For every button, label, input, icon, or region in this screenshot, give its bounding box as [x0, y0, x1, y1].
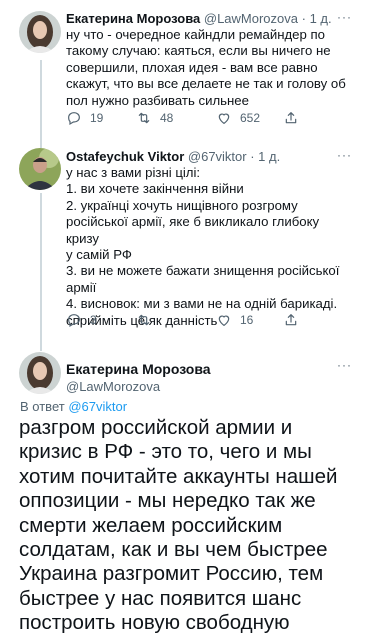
more-icon[interactable]: ··· — [337, 148, 352, 162]
retweet-icon — [138, 314, 150, 326]
reply-icon — [68, 314, 80, 328]
retweet-button[interactable]: 48 — [136, 110, 173, 126]
author-handle[interactable]: @LawMorozova — [66, 378, 211, 396]
reply-to-link[interactable]: @67viktor — [68, 399, 127, 414]
share-icon — [285, 314, 297, 326]
like-count: 16 — [240, 313, 254, 327]
avatar[interactable] — [19, 11, 61, 53]
heart-icon — [218, 315, 230, 326]
reply-icon — [68, 112, 80, 126]
author-handle[interactable]: @LawMorozova — [204, 11, 298, 26]
share-button[interactable] — [283, 312, 307, 328]
main-tweet-header: Екатерина Морозова @LawMorozova — [66, 360, 211, 396]
tweet-actions: 19 48 652 — [66, 110, 316, 128]
like-button[interactable]: 16 — [216, 312, 253, 328]
share-icon — [285, 112, 297, 124]
tweet-text: ну что - очередное кайндли ремайндер по … — [66, 27, 346, 108]
reply-prefix: В ответ — [20, 399, 65, 414]
reply-context: В ответ @67viktor — [20, 399, 127, 414]
tweet-1[interactable]: Екатерина Морозова @LawMorozova · 1 д. ·… — [0, 0, 366, 140]
reply-button[interactable]: 19 — [66, 110, 103, 126]
more-icon[interactable]: ··· — [337, 358, 352, 372]
share-button[interactable] — [283, 110, 307, 126]
tweet-header: Екатерина Морозова @LawMorozova · 1 д. — [66, 10, 352, 27]
reply-button[interactable]: 3 — [66, 312, 97, 328]
timestamp[interactable]: · 1 д. — [250, 149, 280, 164]
tweet-actions: 3 16 — [66, 312, 316, 330]
avatar[interactable] — [19, 148, 61, 190]
author-name[interactable]: Ostafeychuk Viktor — [66, 149, 184, 164]
retweet-icon — [138, 112, 150, 124]
reply-count: 3 — [90, 313, 97, 327]
author-handle[interactable]: @67viktor — [188, 149, 247, 164]
more-icon[interactable]: ··· — [337, 10, 352, 24]
reply-count: 19 — [90, 111, 104, 125]
like-button[interactable]: 652 — [216, 110, 260, 126]
tweet-text: у нас з вами різні цілі: 1. ви хочете за… — [66, 165, 340, 328]
retweet-count: 48 — [160, 111, 174, 125]
heart-icon — [218, 113, 230, 124]
tweet-2[interactable]: Ostafeychuk Viktor @67viktor · 1 д. ··· … — [0, 140, 366, 340]
timestamp[interactable]: · 1 д. — [302, 11, 332, 26]
like-count: 652 — [240, 111, 261, 125]
retweet-button[interactable] — [136, 312, 160, 328]
tweet-header: Ostafeychuk Viktor @67viktor · 1 д. — [66, 148, 352, 165]
main-tweet-text: разгром российской армии и кризис в РФ -… — [19, 416, 338, 640]
avatar[interactable] — [19, 352, 61, 394]
author-name[interactable]: Екатерина Морозова — [66, 360, 211, 378]
author-name[interactable]: Екатерина Морозова — [66, 11, 200, 26]
